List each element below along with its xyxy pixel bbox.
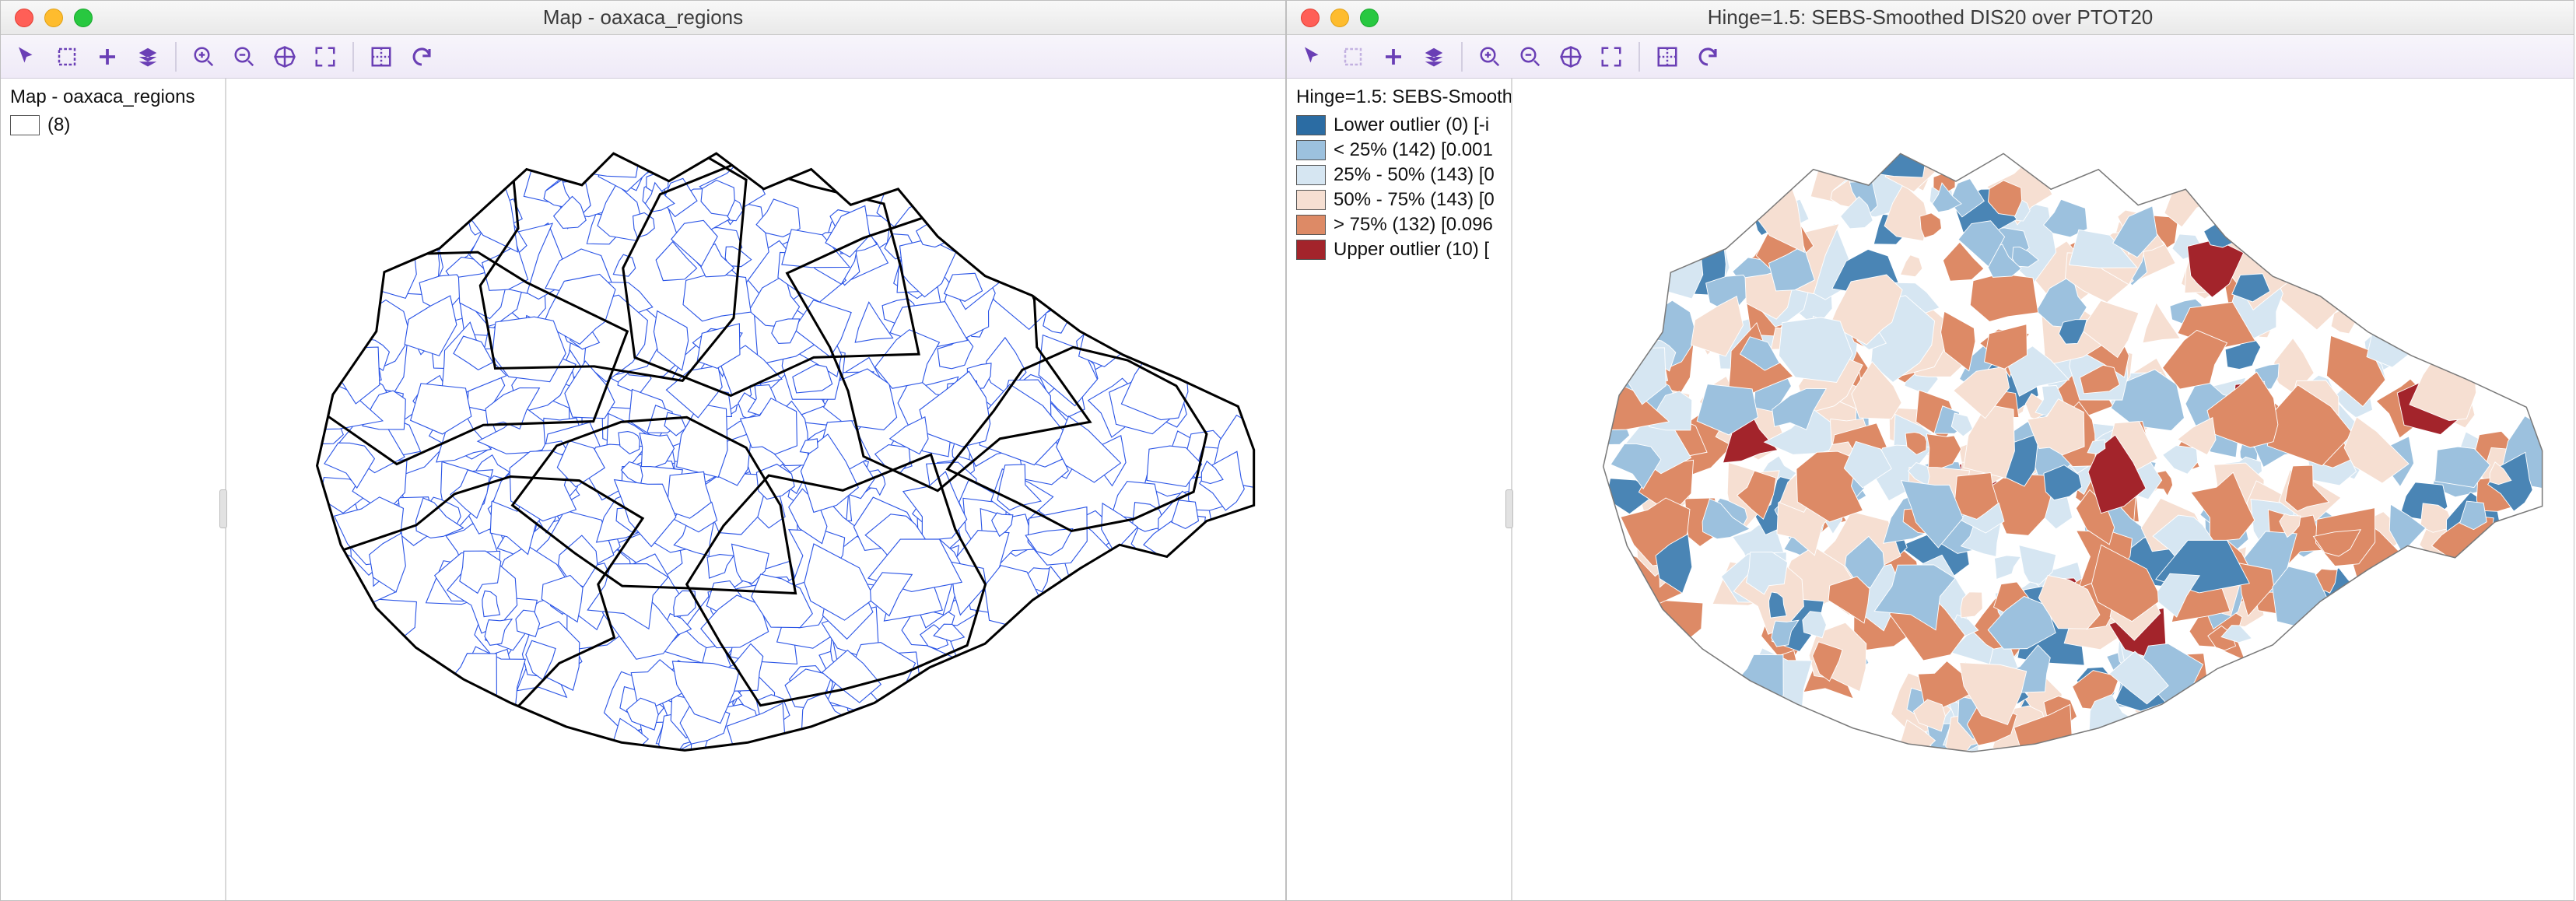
map-svg-right (1528, 94, 2558, 808)
close-icon[interactable] (1301, 9, 1320, 27)
refresh-icon[interactable] (1690, 41, 1726, 72)
legend-swatch (1296, 190, 1326, 210)
legend-item[interactable]: < 25% (142) [0.001 (1296, 139, 1502, 161)
select-rect-icon[interactable] (49, 41, 85, 72)
layers-icon[interactable] (1416, 41, 1452, 72)
workarea-right: Hinge=1.5: SEBS-Smooth Lower outlier (0)… (1287, 79, 2574, 900)
pan-icon[interactable] (267, 41, 303, 72)
legend-item[interactable]: > 75% (132) [0.096 (1296, 214, 1502, 236)
legend-label: 25% - 50% (143) [0 (1334, 164, 1495, 186)
legend-panel-right: Hinge=1.5: SEBS-Smooth Lower outlier (0)… (1287, 79, 1512, 900)
map-canvas-right[interactable] (1512, 79, 2574, 900)
map-canvas-left[interactable] (226, 79, 1285, 900)
legend-swatch (1296, 215, 1326, 235)
legend-label: > 75% (132) [0.096 (1334, 214, 1493, 236)
basemap-icon[interactable] (363, 41, 399, 72)
zoom-in-icon[interactable] (186, 41, 222, 72)
window-controls (1287, 9, 1379, 27)
titlebar-left: Map - oaxaca_regions (1, 1, 1285, 35)
legend-label: 50% - 75% (143) [0 (1334, 189, 1495, 211)
toolbar-separator (1461, 42, 1463, 72)
layers-icon[interactable] (130, 41, 166, 72)
select-rect-icon (1335, 41, 1371, 72)
map-window-regions: Map - oaxaca_regions Map - oaxaca_region… (0, 0, 1286, 901)
add-layer-icon[interactable] (89, 41, 125, 72)
legend-label: (8) (47, 114, 70, 136)
legend-swatch (1296, 140, 1326, 160)
legend-panel-left: Map - oaxaca_regions (8) (1, 79, 226, 900)
legend-label: < 25% (142) [0.001 (1334, 139, 1493, 161)
basemap-icon[interactable] (1649, 41, 1685, 72)
legend-item[interactable]: Upper outlier (10) [ (1296, 239, 1502, 261)
legend-swatch (1296, 240, 1326, 260)
pointer-icon[interactable] (1295, 41, 1330, 72)
toolbar-separator (1638, 42, 1640, 72)
window-title-right: Hinge=1.5: SEBS-Smoothed DIS20 over PTOT… (1287, 5, 2574, 30)
legend-item[interactable]: (8) (10, 114, 216, 136)
maximize-icon[interactable] (74, 9, 93, 27)
window-controls (1, 9, 93, 27)
add-layer-icon[interactable] (1376, 41, 1411, 72)
legend-items-left: (8) (10, 114, 216, 136)
window-title-left: Map - oaxaca_regions (1, 5, 1285, 30)
toolbar-separator (175, 42, 177, 72)
pan-icon[interactable] (1553, 41, 1589, 72)
toolbar-right (1287, 35, 2574, 79)
toolbar-separator (352, 42, 354, 72)
legend-swatch (1296, 165, 1326, 185)
legend-title-left: Map - oaxaca_regions (10, 86, 216, 108)
legend-items-right: Lower outlier (0) [-i < 25% (142) [0.001 2… (1296, 114, 1502, 261)
maximize-icon[interactable] (1360, 9, 1379, 27)
zoom-out-icon[interactable] (1512, 41, 1548, 72)
titlebar-right: Hinge=1.5: SEBS-Smoothed DIS20 over PTOT… (1287, 1, 2574, 35)
legend-title-right: Hinge=1.5: SEBS-Smooth (1296, 86, 1502, 108)
fit-extent-icon[interactable] (307, 41, 343, 72)
legend-swatch (10, 115, 40, 135)
legend-item[interactable]: 25% - 50% (143) [0 (1296, 164, 1502, 186)
legend-item[interactable]: Lower outlier (0) [-i (1296, 114, 1502, 136)
legend-item[interactable]: 50% - 75% (143) [0 (1296, 189, 1502, 211)
toolbar-left (1, 35, 1285, 79)
minimize-icon[interactable] (1330, 9, 1349, 27)
map-window-choropleth: Hinge=1.5: SEBS-Smoothed DIS20 over PTOT… (1286, 0, 2574, 901)
workarea-left: Map - oaxaca_regions (8) (1, 79, 1285, 900)
map-svg-left (242, 94, 1270, 806)
refresh-icon[interactable] (404, 41, 440, 72)
zoom-in-icon[interactable] (1472, 41, 1508, 72)
pointer-icon[interactable] (9, 41, 44, 72)
zoom-out-icon[interactable] (226, 41, 262, 72)
legend-swatch (1296, 115, 1326, 135)
legend-label: Lower outlier (0) [-i (1334, 114, 1489, 136)
close-icon[interactable] (15, 9, 33, 27)
legend-label: Upper outlier (10) [ (1334, 239, 1489, 261)
fit-extent-icon[interactable] (1593, 41, 1629, 72)
minimize-icon[interactable] (44, 9, 63, 27)
